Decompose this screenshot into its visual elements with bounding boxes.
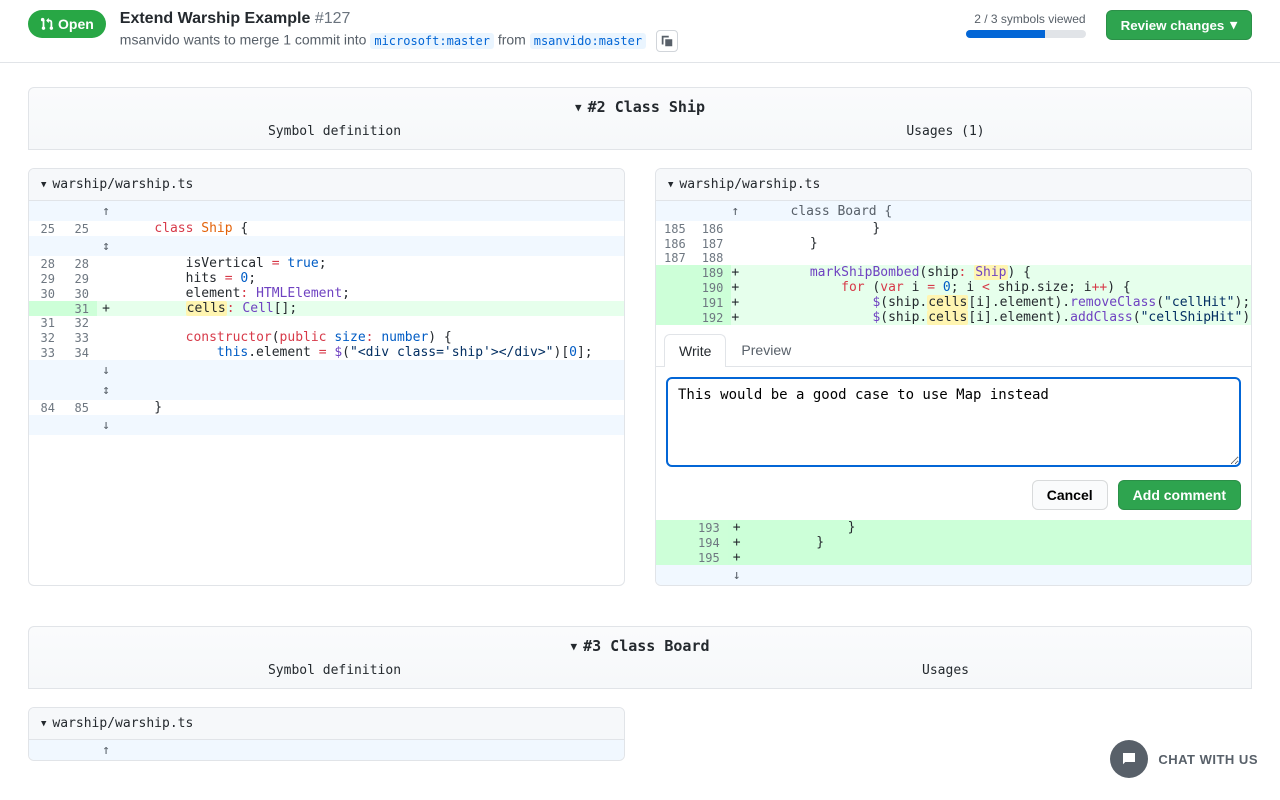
add-comment-button[interactable]: Add comment [1118, 480, 1241, 510]
diff-row: 3233 constructor(public size: number) { [29, 330, 624, 345]
col-usages: Usages [640, 663, 1251, 678]
file-path: warship/warship.ts [679, 177, 820, 192]
diff-panel-right: ▼ warship/warship.ts ↑ class Board {18518… [655, 168, 1252, 586]
chat-label: CHAT WITH US [1158, 752, 1258, 767]
pr-merge-text: wants to merge 1 commit into [180, 32, 371, 48]
caret-down-icon: ▼ [668, 180, 673, 190]
section-title[interactable]: ▼#3 Class Board [29, 637, 1251, 655]
col-symbol-definition: Symbol definition [29, 124, 640, 139]
section-class-ship: ▼#2 Class Ship Symbol definition Usages … [28, 87, 1252, 150]
diff-table-right-top: ↑ class Board {185186 }186187 }187188189… [656, 201, 1252, 325]
diff-row: 195+ [656, 550, 1251, 565]
symbols-viewed-text: 2 / 3 symbols viewed [966, 12, 1086, 26]
section-class-board: ▼#3 Class Board Symbol definition Usages [28, 626, 1252, 689]
expand-row[interactable]: ↑ class Board { [656, 201, 1252, 221]
pr-title: Extend Warship Example [120, 10, 311, 27]
pr-number: #127 [315, 10, 351, 27]
diff-row: 2828 isVertical = true; [29, 256, 624, 271]
review-changes-button[interactable]: Review changes ▾ [1106, 10, 1252, 40]
diff-row: 185186 } [656, 221, 1252, 236]
file-path: warship/warship.ts [52, 177, 193, 192]
diff-row: 191+ $(ship.cells[i].element).removeClas… [656, 295, 1252, 310]
pr-state-badge: Open [28, 10, 106, 38]
comment-textarea[interactable] [666, 377, 1241, 467]
caret-down-icon: ▼ [575, 101, 582, 114]
diff-row: 2929 hits = 0; [29, 271, 624, 286]
progress-bar [966, 30, 1086, 38]
diff-row: 187188 [656, 251, 1252, 265]
cancel-button[interactable]: Cancel [1032, 480, 1108, 510]
diff-row: 192+ $(ship.cells[i].element).addClass("… [656, 310, 1252, 325]
diff-row: 194+ } [656, 535, 1251, 550]
diff-table-right-bottom: 193+ }194+ }195+↓ [656, 520, 1251, 585]
pr-state-label: Open [58, 16, 94, 32]
comment-box: Write Preview Cancel Add comment [656, 325, 1251, 520]
col-usages: Usages (1) [640, 124, 1251, 139]
tab-preview[interactable]: Preview [726, 333, 806, 366]
diff-row: 189+ markShipBombed(ship: Ship) { [656, 265, 1252, 280]
pr-from-text: from [494, 32, 530, 48]
diff-row: 3030 element: HTMLElement; [29, 286, 624, 301]
base-ref[interactable]: microsoft:master [370, 33, 494, 49]
head-ref[interactable]: msanvido:master [530, 33, 646, 49]
caret-down-icon: ▼ [41, 719, 46, 729]
pr-author[interactable]: msanvido [120, 32, 180, 48]
diff-row: 8485 } [29, 400, 624, 415]
chat-icon [1120, 750, 1138, 768]
symbols-viewed: 2 / 3 symbols viewed [966, 12, 1086, 38]
tab-write[interactable]: Write [664, 334, 726, 367]
file-header[interactable]: ▼ warship/warship.ts [29, 169, 624, 201]
file-header[interactable]: ▼ warship/warship.ts [656, 169, 1251, 201]
chat-icon-circle [1110, 740, 1148, 778]
chat-widget[interactable]: CHAT WITH US [1110, 740, 1258, 778]
diff-row: 193+ } [656, 520, 1251, 535]
progress-fill [966, 30, 1046, 38]
diff-row: 190+ for (var i = 0; i < ship.size; i++)… [656, 280, 1252, 295]
copy-icon [660, 34, 674, 48]
diff-row: 2525 class Ship { [29, 221, 624, 236]
review-changes-label: Review changes [1121, 18, 1225, 33]
expand-row[interactable]: ↑ [29, 740, 624, 760]
file-header[interactable]: ▼ warship/warship.ts [29, 708, 624, 740]
expand-row[interactable]: ↓ [29, 360, 624, 380]
diff-row: 3132 [29, 316, 624, 330]
expand-row[interactable]: ↑ [29, 201, 624, 221]
diff-row: 3334 this.element = $("<div class='ship'… [29, 345, 624, 360]
col-symbol-definition: Symbol definition [29, 663, 640, 678]
expand-row[interactable]: ↕ [29, 380, 624, 400]
expand-row[interactable]: ↓ [29, 415, 624, 435]
diff-table-left: ↑2525 class Ship {↕2828 isVertical = tru… [29, 201, 624, 435]
caret-down-icon: ▼ [570, 640, 577, 653]
diff-panel-left: ▼warship/warship.ts ↑2525 class Ship {↕2… [28, 168, 625, 586]
caret-down-icon: ▼ [41, 180, 46, 190]
git-pull-request-icon [40, 17, 54, 31]
diff-panel-board-left: ▼ warship/warship.ts ↑ [28, 707, 625, 761]
copy-branch-button[interactable] [656, 30, 678, 52]
expand-row[interactable]: ↓ [656, 565, 1251, 585]
diff-table: ↑ [29, 740, 624, 760]
diff-row: 186187 } [656, 236, 1252, 251]
diff-row: 31+ cells: Cell[]; [29, 301, 624, 316]
chevron-down-icon: ▾ [1230, 17, 1237, 33]
file-path: warship/warship.ts [52, 716, 193, 731]
expand-row[interactable]: ↕ [29, 236, 624, 256]
section-title[interactable]: ▼#2 Class Ship [29, 98, 1251, 116]
